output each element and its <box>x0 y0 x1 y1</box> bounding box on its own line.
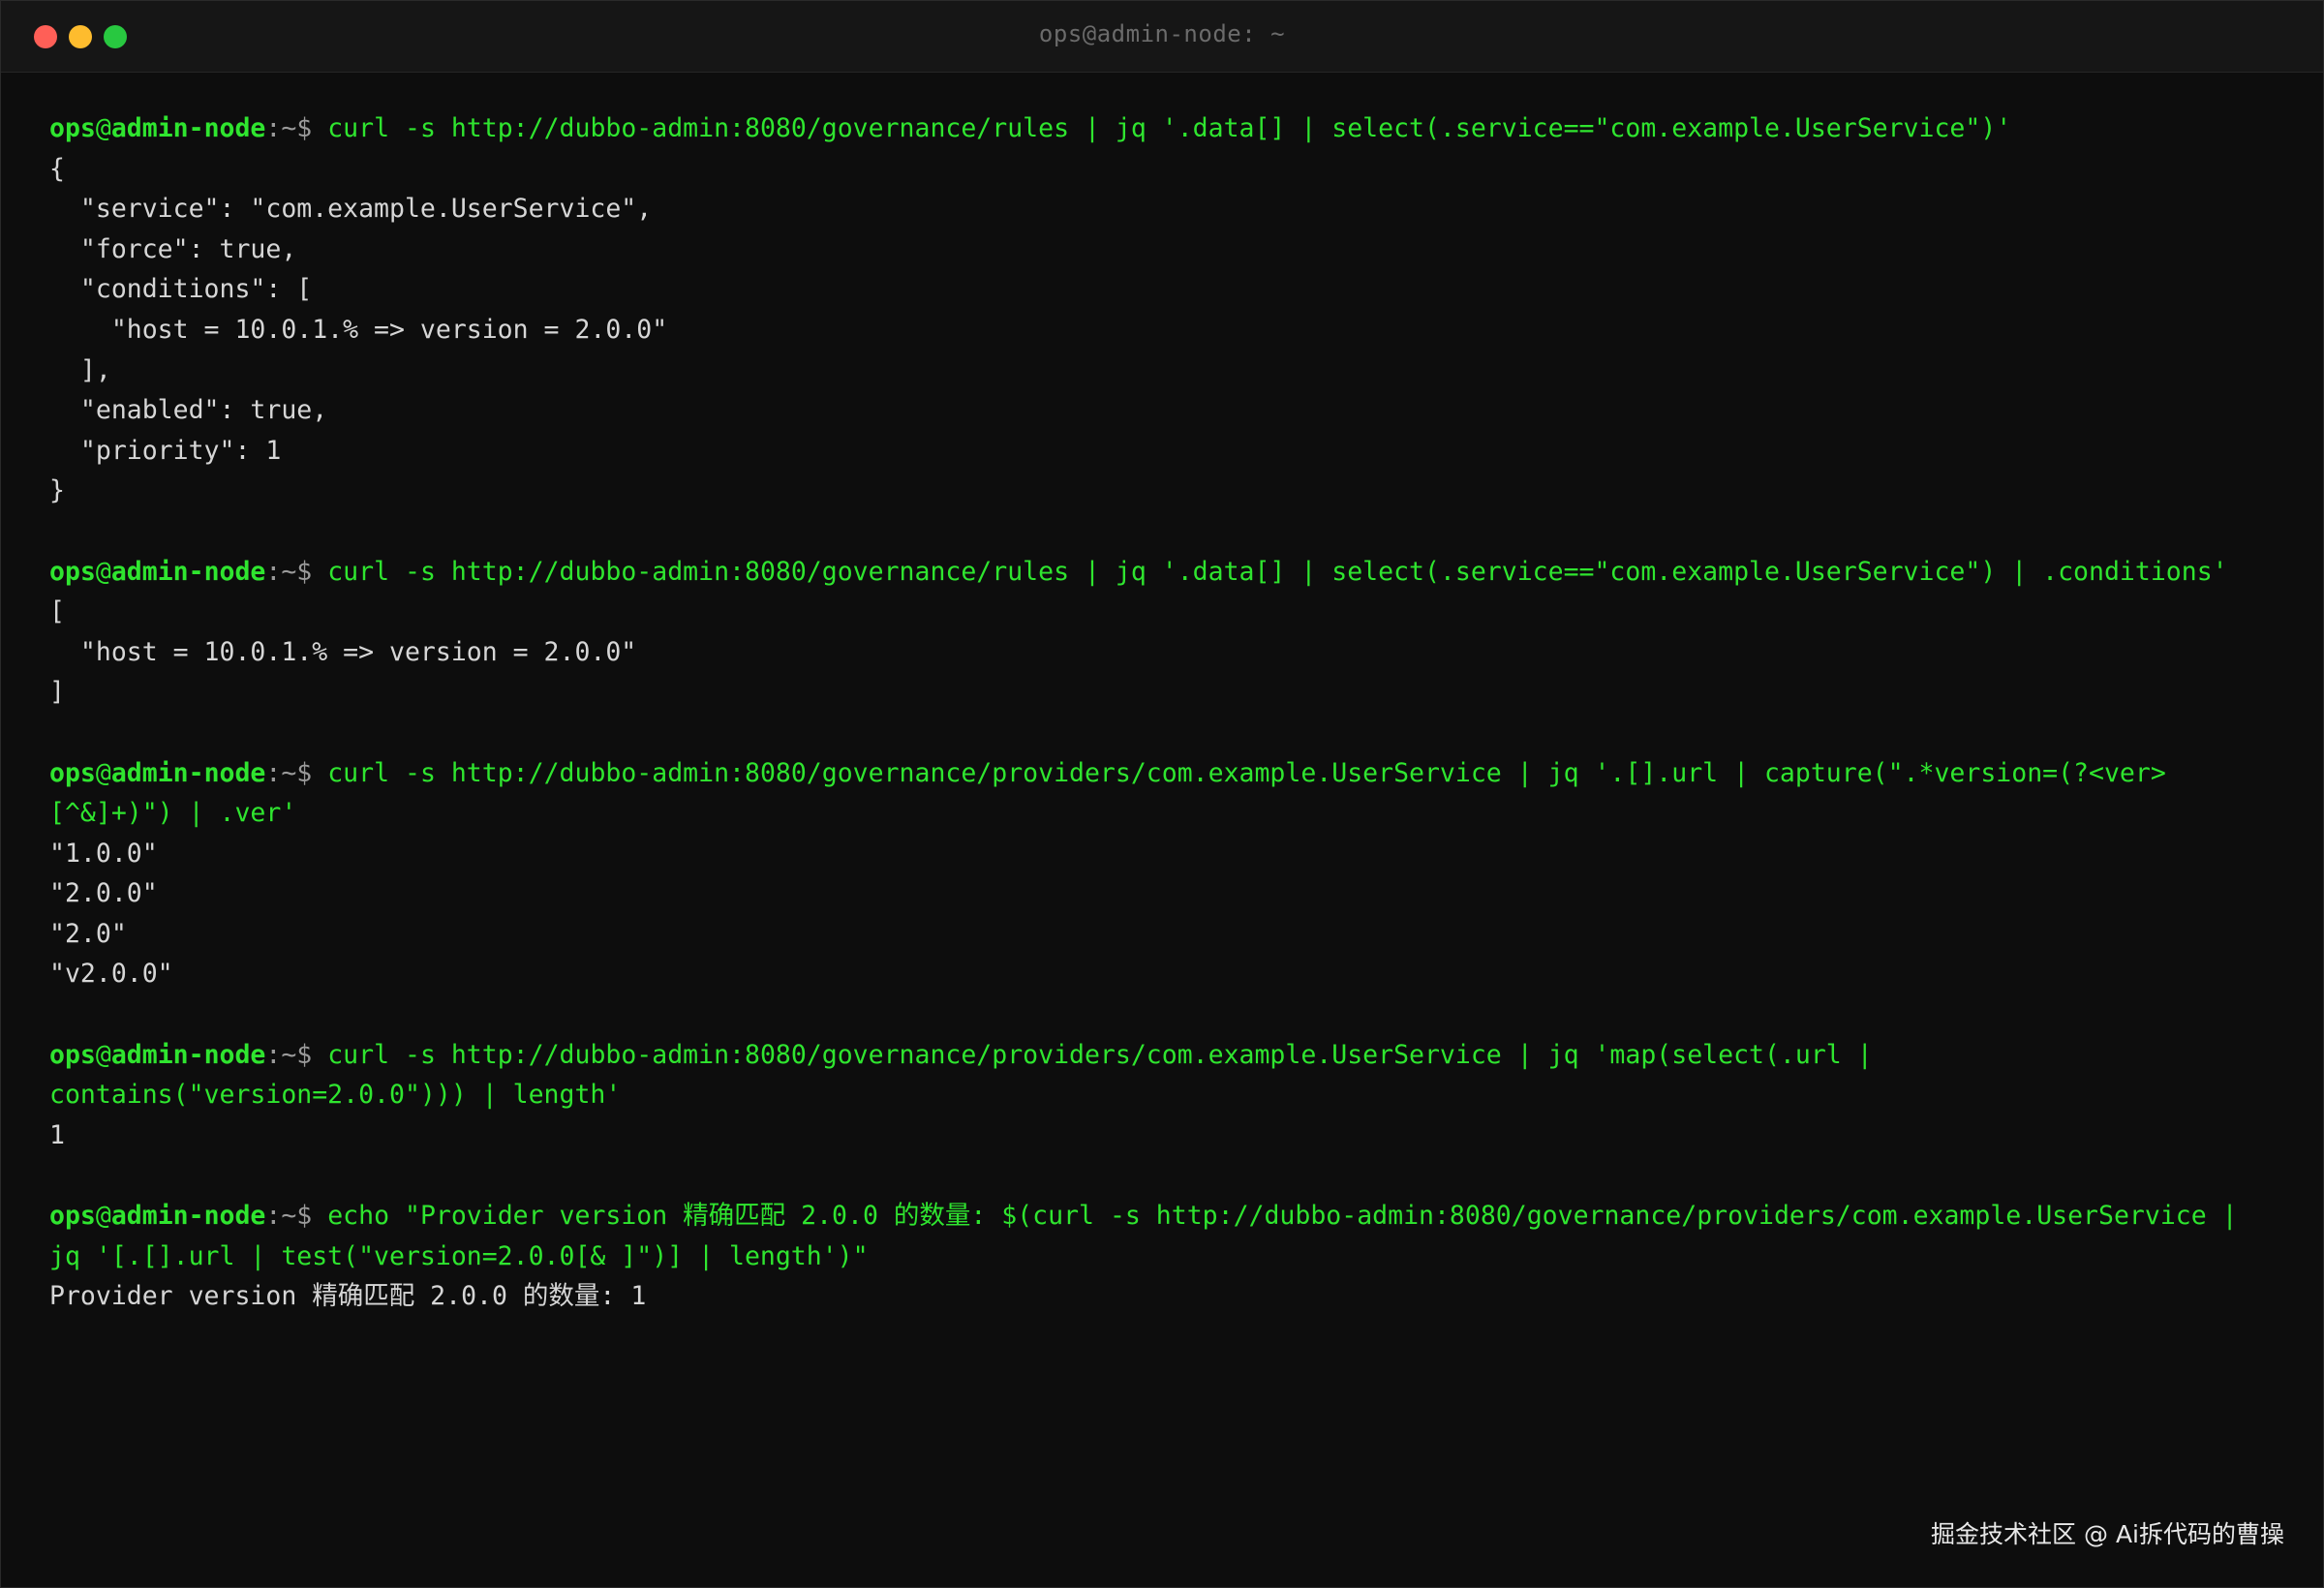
prompt-host: admin-node <box>110 1039 266 1070</box>
command-text: contains("version=2.0.0"))) | length' <box>49 1080 622 1111</box>
output-line: "force": true, <box>49 233 297 264</box>
command-line-continuation: contains("version=2.0.0"))) | length' <box>49 1075 2296 1115</box>
command-line: ops@admin-node:~$ curl -s http://dubbo-a… <box>49 753 2296 794</box>
command-text: curl -s http://dubbo-admin:8080/governan… <box>327 113 2012 143</box>
command-line-continuation: jq '[.[].url | test("version=2.0.0[& ]")… <box>49 1237 2296 1277</box>
output-line: "priority": 1 <box>49 435 282 466</box>
command-line: ops@admin-node:~$ echo "Provider version… <box>49 1196 2296 1237</box>
output-line: 1 <box>49 1119 65 1150</box>
command-line: ops@admin-node:~$ curl -s http://dubbo-a… <box>49 552 2296 593</box>
prompt-at: @ <box>95 1201 111 1232</box>
prompt-user: ops <box>49 556 96 587</box>
prompt-host: admin-node <box>110 1201 266 1232</box>
command-text: [^&]+)") | .ver' <box>49 798 297 829</box>
terminal-content[interactable]: ops@admin-node:~$ curl -s http://dubbo-a… <box>49 108 2296 1317</box>
window-title: ops@admin-node: ~ <box>1038 20 1286 47</box>
prompt-path: :~$ <box>265 1201 328 1232</box>
prompt-at: @ <box>95 1039 111 1070</box>
prompt-path: :~$ <box>265 757 328 788</box>
terminal-window: ops@admin-node: ~ ops@admin-node:~$ curl… <box>0 0 2324 1588</box>
command-text: curl -s http://dubbo-admin:8080/governan… <box>327 1039 1873 1070</box>
output-line: "1.0.0" <box>49 838 158 869</box>
prompt-host: admin-node <box>110 757 266 788</box>
command-line: ops@admin-node:~$ curl -s http://dubbo-a… <box>49 108 2296 149</box>
prompt-user: ops <box>49 113 96 143</box>
output-line: ], <box>49 354 111 385</box>
title-bar: ops@admin-node: ~ <box>1 1 2323 73</box>
output-line: { <box>49 153 65 184</box>
command-text: echo "Provider version 精确匹配 2.0.0 的数量: $… <box>327 1201 2238 1232</box>
prompt-path: :~$ <box>265 113 328 143</box>
output-line: ] <box>49 677 65 708</box>
output-line: } <box>49 475 65 506</box>
output-line: Provider version 精确匹配 2.0.0 的数量: 1 <box>49 1281 647 1312</box>
command-text: jq '[.[].url | test("version=2.0.0[& ]")… <box>49 1240 869 1271</box>
output-line: "host = 10.0.1.% => version = 2.0.0" <box>49 314 668 345</box>
prompt-host: admin-node <box>110 556 266 587</box>
prompt-path: :~$ <box>265 556 328 587</box>
prompt-at: @ <box>95 556 111 587</box>
prompt-host: admin-node <box>110 113 266 143</box>
prompt-user: ops <box>49 1201 96 1232</box>
output-line: "host = 10.0.1.% => version = 2.0.0" <box>49 636 637 667</box>
command-text: curl -s http://dubbo-admin:8080/governan… <box>327 556 2228 587</box>
prompt-at: @ <box>95 113 111 143</box>
output-line: "service": "com.example.UserService", <box>49 194 653 225</box>
output-line: "conditions": [ <box>49 274 313 305</box>
command-line-continuation: [^&]+)") | .ver' <box>49 793 2296 834</box>
command-text: curl -s http://dubbo-admin:8080/governan… <box>327 757 2166 788</box>
watermark: 掘金技术社区 @ Ai拆代码的曹操 <box>1931 1520 2284 1548</box>
prompt-user: ops <box>49 1039 96 1070</box>
output-line: "2.0" <box>49 918 127 949</box>
output-line: "enabled": true, <box>49 395 328 426</box>
command-line: ops@admin-node:~$ curl -s http://dubbo-a… <box>49 1035 2296 1076</box>
prompt-at: @ <box>95 757 111 788</box>
output-line: [ <box>49 596 65 627</box>
output-line: "2.0.0" <box>49 878 158 909</box>
prompt-user: ops <box>49 757 96 788</box>
output-line: "v2.0.0" <box>49 959 173 990</box>
prompt-path: :~$ <box>265 1039 328 1070</box>
